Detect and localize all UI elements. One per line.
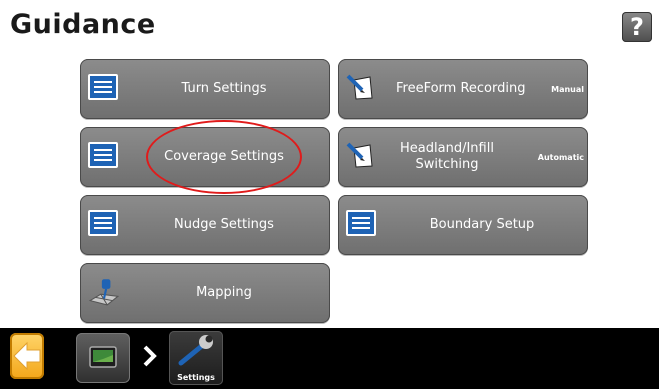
list-icon	[88, 142, 118, 168]
wrench-icon	[178, 335, 213, 366]
boundary-setup-button[interactable]: Boundary Setup	[338, 195, 588, 255]
pencil-paper-icon	[346, 74, 373, 100]
pencil-paper-icon	[346, 142, 373, 168]
chevron-right-icon	[143, 345, 157, 367]
headland-infill-switching-label: Headland/Infill Switching	[400, 141, 494, 172]
mapping-button[interactable]: Mapping	[80, 263, 330, 323]
turn-settings-label: Turn Settings	[181, 81, 267, 96]
headland-infill-switching-button[interactable]: Headland/Infill Switching Automatic	[338, 127, 588, 187]
nudge-settings-label: Nudge Settings	[174, 217, 274, 232]
nudge-settings-button[interactable]: Nudge Settings	[80, 195, 330, 255]
freeform-recording-button[interactable]: FreeForm Recording Manual	[338, 59, 588, 119]
coverage-settings-label: Coverage Settings	[164, 149, 284, 164]
freeform-recording-status: Manual	[551, 84, 584, 94]
breadcrumb-settings[interactable]: Settings	[169, 331, 223, 385]
map-pin-icon	[88, 279, 120, 306]
list-icon	[346, 210, 376, 236]
boundary-setup-label: Boundary Setup	[429, 217, 535, 232]
breadcrumb-settings-label: Settings	[177, 373, 215, 382]
turn-settings-button[interactable]: Turn Settings	[80, 59, 330, 119]
mapping-label: Mapping	[196, 285, 252, 300]
map-display-icon	[89, 346, 117, 368]
back-arrow-icon	[13, 341, 41, 371]
headland-infill-switching-status: Automatic	[537, 152, 584, 162]
list-icon	[88, 210, 118, 236]
help-button[interactable]: ?	[622, 12, 652, 42]
map-display-button[interactable]	[76, 333, 130, 383]
back-button[interactable]	[10, 333, 44, 379]
coverage-settings-button[interactable]: Coverage Settings	[80, 127, 330, 187]
list-icon	[88, 74, 118, 100]
page-title: Guidance	[10, 9, 156, 40]
